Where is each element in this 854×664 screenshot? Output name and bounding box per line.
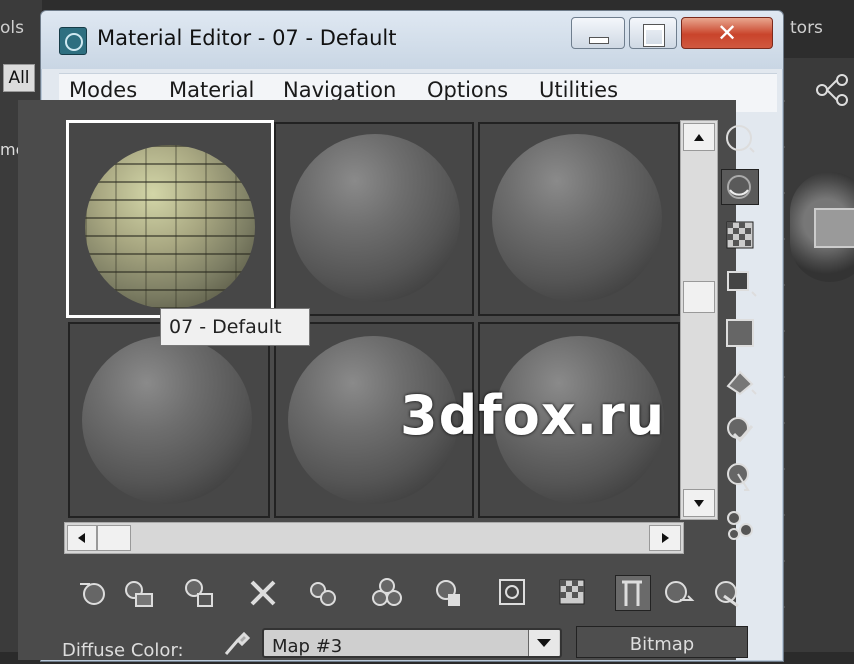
sample-slot-1[interactable] <box>66 120 274 318</box>
pick-material-icon[interactable] <box>710 576 744 610</box>
arrow-up-icon <box>694 134 704 141</box>
background-left-label: ols <box>0 18 24 38</box>
scroll-thumb-horizontal[interactable] <box>97 525 131 551</box>
select-by-material-icon[interactable] <box>722 460 758 494</box>
material-preview-sphere <box>492 134 662 302</box>
background-right-label: tors <box>790 18 823 38</box>
assign-to-selection-icon[interactable] <box>182 576 216 610</box>
material-preview-sphere <box>290 134 460 302</box>
sample-type-icon[interactable] <box>722 122 758 156</box>
schematic-node-icon[interactable] <box>814 72 850 108</box>
arrow-down-icon <box>694 500 704 507</box>
material-map-navigator-icon[interactable] <box>722 508 758 542</box>
options-icon[interactable] <box>722 412 758 446</box>
scroll-left-button[interactable] <box>67 525 97 551</box>
material-preview-sphere <box>85 145 255 309</box>
menu-utilities[interactable]: Utilities <box>539 78 618 102</box>
window-title: Material Editor - 07 - Default <box>97 26 397 50</box>
backlight-icon[interactable] <box>721 169 759 205</box>
make-unique-icon[interactable] <box>306 576 340 610</box>
show-end-result-icon[interactable] <box>556 576 590 610</box>
scroll-right-button[interactable] <box>649 525 681 551</box>
arrow-left-icon <box>78 533 85 543</box>
get-material-icon[interactable] <box>76 576 110 610</box>
menu-modes[interactable]: Modes <box>69 78 137 102</box>
background-icon[interactable] <box>722 218 758 252</box>
scroll-thumb[interactable] <box>683 281 715 313</box>
background-viewport-object <box>790 172 854 282</box>
background-right-panel <box>785 58 854 652</box>
menu-options[interactable]: Options <box>427 78 508 102</box>
diffuse-color-label: Diffuse Color: <box>62 640 184 661</box>
minimize-button[interactable] <box>571 17 625 49</box>
background-all-button[interactable]: All <box>3 64 35 92</box>
reset-map-icon[interactable] <box>246 576 280 610</box>
title-bar[interactable]: Material Editor - 07 - Default ✕ <box>41 11 783 69</box>
scroll-up-button[interactable] <box>683 123 715 151</box>
slot-tooltip: 07 - Default <box>160 308 310 346</box>
sample-slot-2[interactable] <box>274 122 474 316</box>
vertical-scrollbar[interactable] <box>680 120 718 520</box>
make-preview-icon[interactable] <box>722 364 758 398</box>
maximize-button[interactable] <box>629 17 677 49</box>
put-to-scene-icon[interactable] <box>122 576 156 610</box>
menu-navigation[interactable]: Navigation <box>283 78 396 102</box>
chevron-down-icon <box>537 639 551 647</box>
material-id-channel-icon[interactable] <box>432 576 466 610</box>
video-color-check-icon[interactable] <box>722 316 758 350</box>
watermark: 3dfox.ru <box>400 384 666 447</box>
map-dropdown-button[interactable] <box>528 630 559 656</box>
put-to-library-icon[interactable] <box>370 576 404 610</box>
go-forward-to-sibling-icon[interactable] <box>662 576 696 610</box>
scroll-down-button[interactable] <box>683 489 715 517</box>
app-icon <box>59 27 87 55</box>
material-preview-sphere <box>82 336 252 504</box>
close-button[interactable]: ✕ <box>681 17 773 49</box>
map-type-button[interactable]: Bitmap <box>576 626 748 658</box>
close-icon: ✕ <box>716 19 738 47</box>
maximize-icon <box>643 24 665 47</box>
minimize-icon <box>589 37 609 44</box>
sample-slot-3[interactable] <box>478 122 680 316</box>
map-name-field[interactable]: Map #3 <box>262 628 562 658</box>
menu-material[interactable]: Material <box>169 78 254 102</box>
show-map-in-viewport-icon[interactable] <box>496 576 530 610</box>
horizontal-scrollbar[interactable] <box>64 522 684 554</box>
go-to-parent-icon[interactable] <box>615 575 651 611</box>
uv-tiling-icon[interactable] <box>722 266 758 300</box>
sample-slot-4[interactable] <box>68 322 270 518</box>
arrow-right-icon <box>662 533 669 543</box>
